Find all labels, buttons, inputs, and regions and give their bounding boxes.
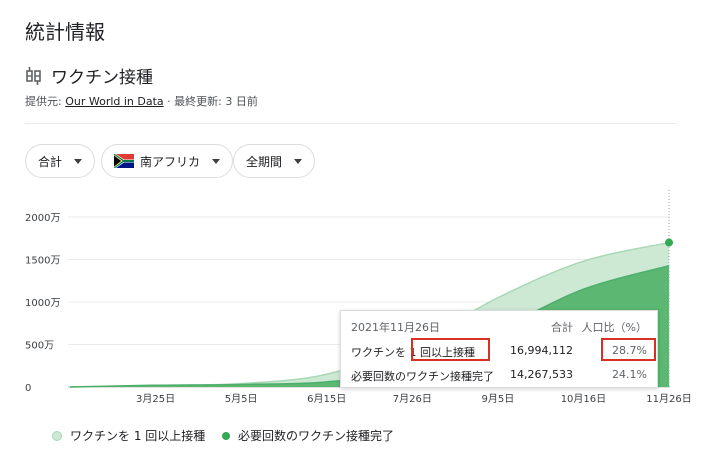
tooltip-header-row: 2021年11月26日 合計 人口比（%） xyxy=(341,319,657,339)
tooltip-col-pct: 人口比（%） xyxy=(581,321,647,334)
page-title: 統計情報 xyxy=(25,20,105,44)
source-link[interactable]: Our World in Data xyxy=(65,95,163,108)
highlight-box xyxy=(411,338,490,361)
period-filter-dropdown[interactable]: 全期間 xyxy=(233,144,316,178)
tooltip-row-fully: 必要回数のワクチン接種完了 14,267,533 24.1% xyxy=(341,368,657,388)
x-tick-label: 7月26日 xyxy=(393,393,432,405)
x-tick-label: 9月5日 xyxy=(481,393,514,405)
section-title: ワクチン接種 xyxy=(51,68,153,88)
country-filter-dropdown[interactable]: 南アフリカ xyxy=(101,144,234,178)
section-header: ワクチン接種 xyxy=(25,63,153,88)
syringe-icon xyxy=(25,66,43,86)
chevron-down-icon xyxy=(74,158,83,164)
legend-item-fully[interactable]: 必要回数のワクチン接種完了 xyxy=(222,427,394,444)
south-africa-flag-icon xyxy=(114,154,134,168)
tooltip-col-total: 合計 xyxy=(551,321,573,334)
highlight-box xyxy=(601,338,656,361)
tooltip-date: 2021年11月26日 xyxy=(351,321,440,334)
y-tick-label: 1500万 xyxy=(25,256,60,267)
total-filter-label: 合計 xyxy=(38,154,63,169)
y-tick-label: 500万 xyxy=(25,341,54,352)
country-filter-label: 南アフリカ xyxy=(140,154,201,169)
legend-swatch xyxy=(52,430,62,441)
y-tick-label: 2000万 xyxy=(25,213,60,224)
period-filter-label: 全期間 xyxy=(246,154,283,169)
divider xyxy=(25,123,677,124)
x-tick-label: 11月26日 xyxy=(646,393,691,405)
data-point xyxy=(665,238,673,247)
source-prefix: 提供元: xyxy=(25,95,66,108)
x-tick-label: 10月16日 xyxy=(561,393,606,405)
tooltip-row-label: 必要回数のワクチン接種完了 xyxy=(351,370,494,383)
y-tick-label: 1000万 xyxy=(25,298,60,309)
source-line: 提供元: Our World in Data · 最終更新: 3 日前 xyxy=(25,93,258,109)
chevron-down-icon xyxy=(212,158,221,164)
x-tick-label: 5月5日 xyxy=(225,393,258,405)
legend-swatch xyxy=(222,431,230,440)
total-filter-dropdown[interactable]: 合計 xyxy=(25,144,96,178)
tooltip-row-total: 14,267,533 xyxy=(510,368,573,381)
last-updated: · 最終更新: 3 日前 xyxy=(163,95,258,108)
tooltip-row-total: 16,994,112 xyxy=(510,344,573,357)
x-tick-label: 3月25日 xyxy=(136,393,175,405)
y-tick-label: 0 xyxy=(25,383,31,394)
legend-item-one-dose[interactable]: ワクチンを 1 回以上接種 xyxy=(52,427,205,444)
tooltip-row-pct: 24.1% xyxy=(612,368,647,381)
legend-label: 必要回数のワクチン接種完了 xyxy=(238,429,395,443)
chart-tooltip: 2021年11月26日 合計 人口比（%） ワクチンを 1 回以上接種 16,9… xyxy=(340,310,658,388)
x-tick-label: 6月15日 xyxy=(307,393,346,405)
legend-label: ワクチンを 1 回以上接種 xyxy=(70,429,206,443)
chevron-down-icon xyxy=(294,158,303,164)
